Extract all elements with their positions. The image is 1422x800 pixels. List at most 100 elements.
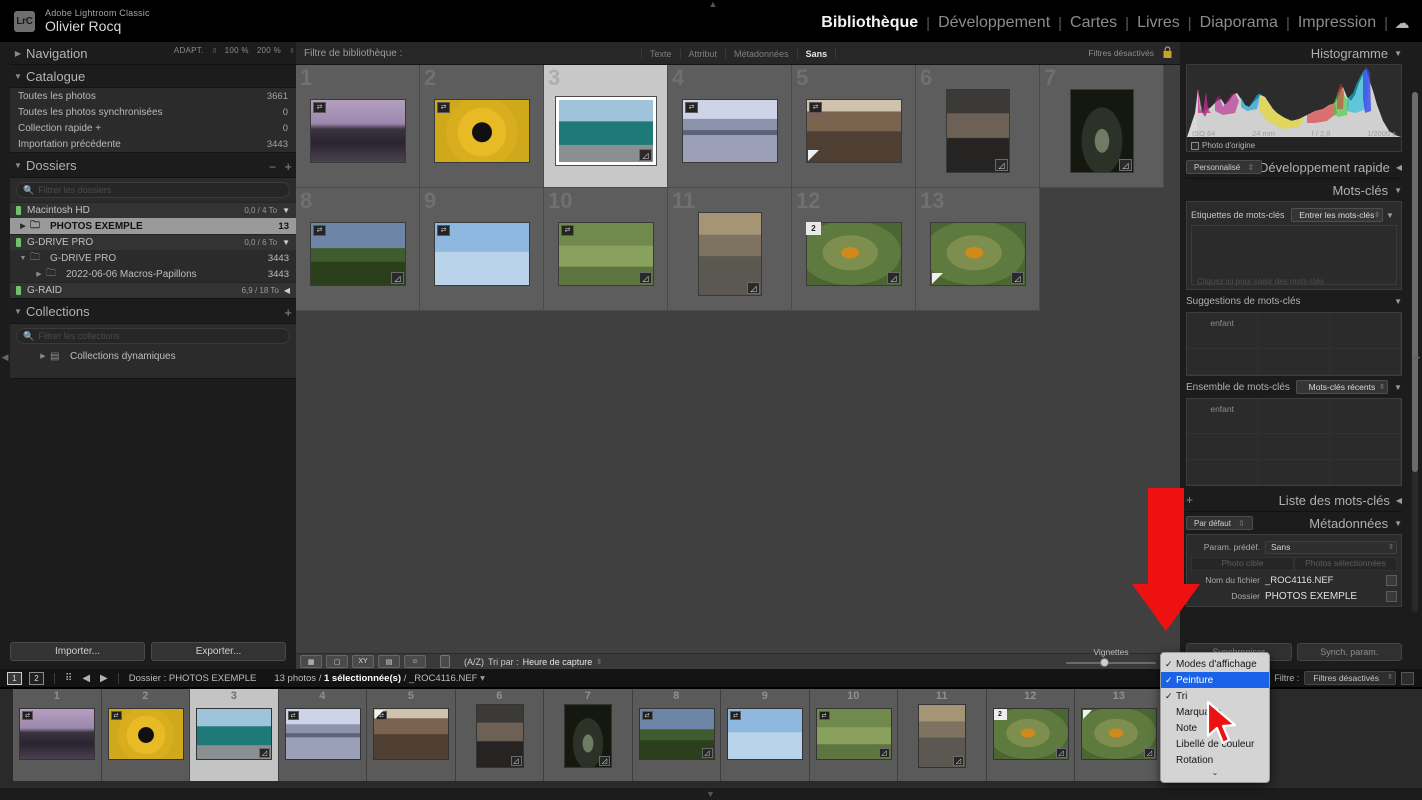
filter-tab-sans[interactable]: Sans [798,48,837,59]
folder-row[interactable]: ▶ 🗀 PHOTOS EXEMPLE 13 [10,218,296,234]
cloud-icon[interactable]: ☁ [1388,14,1410,32]
filmstrip-cell[interactable]: 10 ⇄ ◿ [809,689,898,781]
add-collection-button[interactable]: + [284,305,292,320]
filmstrip-cell[interactable]: 3 ◿ [190,689,279,781]
left-panel-collapse-arrow[interactable]: ◀ [1,352,9,363]
keyword-suggestion-cell[interactable] [1329,313,1401,349]
folder-twisty-icon[interactable]: ▶ [16,222,30,230]
keyword-suggestion-cell[interactable] [1329,349,1401,375]
menu-item[interactable]: ✓ Peinture [1161,672,1269,688]
lock-icon[interactable] [1163,46,1172,59]
edit-icon[interactable]: ◿ [887,272,900,284]
sync-icon[interactable]: ⇄ [437,225,450,236]
compare-view-icon[interactable]: XY [352,655,374,668]
grid-thumbnail[interactable]: ⇄ ◿ [311,223,405,285]
quick-develop-twisty-icon[interactable]: ◀ [1396,163,1402,172]
menu-item[interactable]: ✓ Modes d'affichage [1161,656,1269,672]
sort-direction-icon[interactable]: (A/Z) [464,657,484,667]
edit-icon[interactable]: ◿ [1055,748,1067,758]
volume-row[interactable]: G-RAID 6,9 / 18 To ◀ [10,282,296,298]
keyword-set-twisty-icon[interactable]: ▼ [1394,383,1402,392]
grid-thumbnail[interactable]: ⇄ ◿ [559,223,653,285]
crop-badge-icon[interactable] [932,273,943,284]
crop-badge-icon[interactable] [375,710,384,719]
survey-view-icon[interactable]: ▤ [378,655,400,668]
edit-icon[interactable]: ◿ [878,748,890,758]
histogram-header[interactable]: Histogramme ▼ [1186,42,1402,64]
sync-icon[interactable]: ⇄ [809,102,822,113]
grid-thumbnail[interactable]: 2 ◿ [806,222,901,285]
grid-thumbnail[interactable]: ◿ [1071,90,1133,172]
navigator-header[interactable]: ▶ Navigation ADAPT. ⇳ 100 % 200 % ⇳ [10,42,296,64]
screen-2-button[interactable]: 2 [29,671,44,685]
grid-thumbnail[interactable]: ⇄ [807,100,901,162]
catalog-item[interactable]: Importation précédente 3443 [10,136,296,152]
grid-cell[interactable]: 3 ◿ [544,65,668,188]
grid-cell[interactable]: 10 ⇄ ◿ [544,188,668,311]
top-panel-toggle[interactable]: ▲ [706,0,720,9]
keyword-set-cell[interactable] [1258,459,1330,485]
metadata-twisty-icon[interactable]: ▼ [1394,519,1402,528]
folder-twisty-icon[interactable]: ▶ [32,270,46,278]
module-dveloppement[interactable]: Développement [930,14,1058,32]
original-photo-checkbox[interactable]: Photo d'origine [1191,141,1255,150]
grid-cell[interactable]: 12 2 ◿ [792,188,916,311]
keyword-suggestions-header[interactable]: Suggestions de mots-clés ▼ [1186,290,1402,312]
keyword-suggestion-cell[interactable] [1258,349,1330,375]
sync-metadata-button[interactable]: Synch. param. [1296,643,1402,661]
quick-develop-header[interactable]: Personnalisé ⇳ Développement rapide ◀ [1186,156,1402,178]
keyword-set-select[interactable]: Mots-clés récents ⇳ [1295,380,1388,394]
volume-twisty-expanded-icon[interactable]: ▼ [282,206,290,215]
grid-thumbnail[interactable]: ⇄ [683,100,777,162]
keyword-entry-area[interactable]: Cliquez ici pour saisir des mots-clés [1191,225,1397,286]
keyword-set-cell[interactable] [1187,434,1259,460]
sync-icon[interactable]: ⇄ [313,102,326,113]
spray-can-icon[interactable] [440,655,450,668]
stack-count-badge[interactable]: 2 [993,709,1007,720]
volume-row[interactable]: G-DRIVE PRO 0,0 / 6 To ▼ [10,234,296,250]
catalog-header[interactable]: ▼ Catalogue [10,65,296,87]
grid-thumbnail[interactable]: ⇄ [311,100,405,162]
sort-stepper-icon[interactable]: ⇳ [596,658,602,666]
folder-twisty-icon[interactable]: ▼ [16,255,30,262]
sync-icon[interactable]: ⇄ [561,225,574,236]
scrollbar-thumb[interactable] [1412,92,1418,472]
metadata-preset-select[interactable]: Sans ⇳ [1265,540,1397,554]
catalog-item[interactable]: Collection rapide + 0 [10,120,296,136]
keyword-set-cell[interactable] [1187,459,1259,485]
filmstrip-cell[interactable]: 5 ⇄ [367,689,456,781]
right-panel-collapse-arrow[interactable]: ▶ [1413,352,1421,363]
filmstrip-thumbnail[interactable]: ◿ [1082,709,1156,759]
filmstrip-thumbnail[interactable]: ◿ [565,705,611,767]
folders-twisty-icon[interactable]: ▼ [10,161,26,170]
grid-thumbnail[interactable]: ◿ [559,100,653,162]
keyword-set-cell[interactable] [1258,399,1330,435]
keyword-tags-select[interactable]: Entrer les mots-clés ⇳ [1290,208,1383,222]
grid-cell[interactable]: 1 ⇄ [296,65,420,188]
grid-thumbnail[interactable]: ◿ [931,223,1025,285]
filename-value[interactable]: _ROC4116.NEF [1265,575,1386,586]
filmstrip-filter-toggle-icon[interactable] [1401,671,1414,685]
filmstrip-source[interactable]: Dossier : PHOTOS EXEMPLE [129,673,257,684]
zoom-fit[interactable]: ADAPT. [174,46,204,55]
filmstrip-thumbnail[interactable]: ⇄ [108,709,183,759]
filename-jump-icon[interactable] [1386,574,1397,586]
volume-twisty-expanded-icon[interactable]: ▼ [282,238,290,247]
selected-photos-tab[interactable]: Photos sélectionnées [1294,557,1397,571]
filter-tab-attribut[interactable]: Attribut [681,48,727,59]
keyword-list-header[interactable]: + Liste des mots-clés ◀ [1186,489,1402,511]
keyword-suggestion-cell[interactable]: enfant [1187,313,1259,349]
import-button[interactable]: Importer... [10,642,145,661]
histogram-twisty-icon[interactable]: ▼ [1394,49,1402,58]
catalog-item[interactable]: Toutes les photos synchronisées 0 [10,104,296,120]
crop-badge-icon[interactable] [1083,710,1092,719]
module-cartes[interactable]: Cartes [1062,14,1125,32]
filmstrip-thumbnail[interactable]: ◿ [197,709,271,759]
sync-icon[interactable]: ⇄ [22,711,33,720]
keyword-set-cell[interactable] [1329,399,1401,435]
grid-cell[interactable]: 7 ◿ [1040,65,1164,188]
grid-cell[interactable]: 5 ⇄ [792,65,916,188]
filmstrip-cell[interactable]: 13 ◿ [1075,689,1164,781]
edit-icon[interactable]: ◿ [599,756,610,766]
keyword-suggestion-cell[interactable] [1258,313,1330,349]
